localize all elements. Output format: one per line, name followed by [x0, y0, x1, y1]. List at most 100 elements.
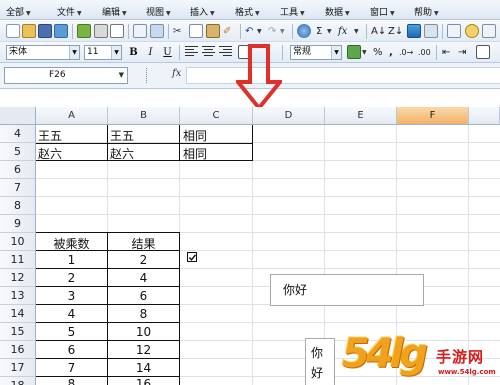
table-cell-multiplicand[interactable]: 7	[36, 361, 107, 375]
menu-help[interactable]: 帮助 ▼	[414, 5, 439, 18]
decrease-decimal-icon[interactable]: .00	[418, 45, 431, 60]
table-cell-multiplicand[interactable]: 6	[36, 343, 107, 357]
chevron-down-icon[interactable]: ▼	[362, 45, 367, 60]
chart-wizard-icon[interactable]	[407, 24, 421, 38]
decrease-indent-icon[interactable]: ⇤	[442, 45, 450, 60]
align-left-icon[interactable]	[185, 46, 198, 58]
save-icon[interactable]	[38, 24, 52, 38]
number-format-select[interactable]: 常规 ▼	[290, 45, 342, 60]
increase-indent-icon[interactable]: ⇥	[458, 45, 466, 60]
menu-view[interactable]: 视图 ▼	[146, 5, 171, 18]
currency-icon[interactable]	[347, 45, 361, 59]
open-folder-icon[interactable]	[22, 24, 36, 38]
cell-a4[interactable]: 王五	[38, 127, 62, 144]
percent-button[interactable]: %	[373, 45, 383, 60]
paste-icon[interactable]	[206, 24, 220, 38]
table-cell-multiplicand[interactable]: 1	[36, 253, 107, 267]
column-header-e[interactable]: E	[325, 107, 397, 125]
align-right-icon[interactable]	[219, 46, 232, 58]
table-cell-multiplicand[interactable]: 8	[36, 377, 107, 385]
menu-insert[interactable]: 插入 ▼	[190, 5, 215, 18]
increase-decimal-icon[interactable]: .0→	[399, 45, 413, 60]
checkbox[interactable]	[187, 252, 197, 262]
font-size-select[interactable]: 11 ▼	[84, 45, 122, 60]
chevron-down-icon[interactable]: ▼	[327, 24, 332, 39]
fx-icon[interactable]: fx	[172, 68, 181, 79]
formula-bar-grip[interactable]	[146, 68, 149, 83]
column-header-b[interactable]: B	[108, 107, 180, 125]
hyperlink-icon[interactable]	[297, 24, 311, 38]
underline-button[interactable]: U	[160, 45, 175, 60]
cell-b4[interactable]: 王五	[110, 127, 134, 144]
menu-all[interactable]: 全部 ▼	[6, 5, 31, 18]
menu-edit[interactable]: 编辑 ▼	[102, 5, 127, 18]
cell-a5[interactable]: 赵六	[38, 145, 62, 162]
table-cell-result[interactable]: 2	[108, 253, 179, 267]
table-cell-result[interactable]: 14	[108, 361, 179, 375]
italic-button[interactable]: I	[143, 45, 158, 60]
menu-window[interactable]: 窗口 ▼	[370, 5, 395, 18]
table-cell-multiplicand[interactable]: 4	[36, 307, 107, 321]
autosum-icon[interactable]: Σ	[316, 24, 322, 39]
table-cell-result[interactable]: 8	[108, 307, 179, 321]
chevron-down-icon[interactable]: ▼	[354, 24, 359, 39]
spelling-icon[interactable]	[133, 24, 147, 38]
sort-descending-icon[interactable]: Z↓	[388, 24, 403, 39]
row-header-13[interactable]: 13	[0, 287, 36, 305]
bold-button[interactable]: B	[126, 45, 141, 60]
toolbar-options-icon[interactable]	[482, 24, 496, 38]
comma-style-button[interactable]: ,	[389, 45, 393, 60]
row-header-14[interactable]: 14	[0, 305, 36, 323]
align-center-icon[interactable]	[202, 46, 215, 58]
cut-icon[interactable]: ✂	[173, 24, 181, 39]
research-icon[interactable]	[150, 24, 164, 38]
chevron-down-icon[interactable]: ▼	[257, 24, 262, 39]
row-header-4[interactable]: 4	[0, 125, 36, 143]
row-header-11[interactable]: 11	[0, 251, 36, 269]
row-header-7[interactable]: 7	[0, 179, 36, 197]
font-name-select[interactable]: 宋体 ▼	[6, 45, 80, 60]
cell-a10[interactable]: 被乘数	[36, 235, 107, 252]
cell-b5[interactable]: 赵六	[110, 145, 134, 162]
row-header-9[interactable]: 9	[0, 215, 36, 233]
redo-icon[interactable]: ↷	[268, 24, 276, 39]
sort-ascending-icon[interactable]: A↓	[371, 24, 386, 39]
row-header-10[interactable]: 10	[0, 233, 36, 251]
column-header-f[interactable]: F	[397, 107, 469, 125]
table-cell-result[interactable]: 4	[108, 271, 179, 285]
menu-file[interactable]: 文件 ▼	[57, 5, 82, 18]
menu-format[interactable]: 格式 ▼	[235, 5, 260, 18]
undo-icon[interactable]: ↶	[245, 24, 253, 39]
table-cell-multiplicand[interactable]: 3	[36, 289, 107, 303]
email-icon[interactable]	[77, 24, 91, 38]
table-cell-result[interactable]: 6	[108, 289, 179, 303]
row-header-12[interactable]: 12	[0, 269, 36, 287]
help-icon[interactable]	[465, 24, 479, 38]
row-header-16[interactable]: 16	[0, 341, 36, 359]
column-header-d[interactable]: D	[253, 107, 325, 125]
text-box[interactable]: 你好	[270, 274, 424, 306]
row-header-15[interactable]: 15	[0, 323, 36, 341]
permission-icon[interactable]	[54, 24, 68, 38]
formula-input[interactable]	[186, 67, 500, 84]
insert-function-icon[interactable]: fx	[338, 24, 347, 39]
chevron-down-icon[interactable]: ▼	[280, 24, 285, 39]
row-header-5[interactable]: 5	[0, 143, 36, 161]
table-cell-multiplicand[interactable]: 5	[36, 325, 107, 339]
column-header-g[interactable]	[469, 107, 500, 125]
column-header-c[interactable]: C	[180, 107, 253, 125]
row-header-18[interactable]: 18	[0, 377, 36, 385]
table-cell-multiplicand[interactable]: 2	[36, 271, 107, 285]
print-icon[interactable]	[94, 24, 108, 38]
format-painter-icon[interactable]: ✐	[223, 24, 231, 39]
table-cell-result[interactable]: 16	[108, 377, 179, 385]
cell-b10[interactable]: 结果	[108, 235, 179, 252]
menu-tools[interactable]: 工具 ▼	[280, 5, 305, 18]
borders-icon[interactable]	[476, 45, 490, 59]
table-cell-result[interactable]: 10	[108, 325, 179, 339]
print-preview-icon[interactable]	[110, 24, 124, 38]
drawing-icon[interactable]	[424, 24, 438, 38]
row-header-8[interactable]: 8	[0, 197, 36, 215]
table-cell-result[interactable]: 12	[108, 343, 179, 357]
row-header-6[interactable]: 6	[0, 161, 36, 179]
